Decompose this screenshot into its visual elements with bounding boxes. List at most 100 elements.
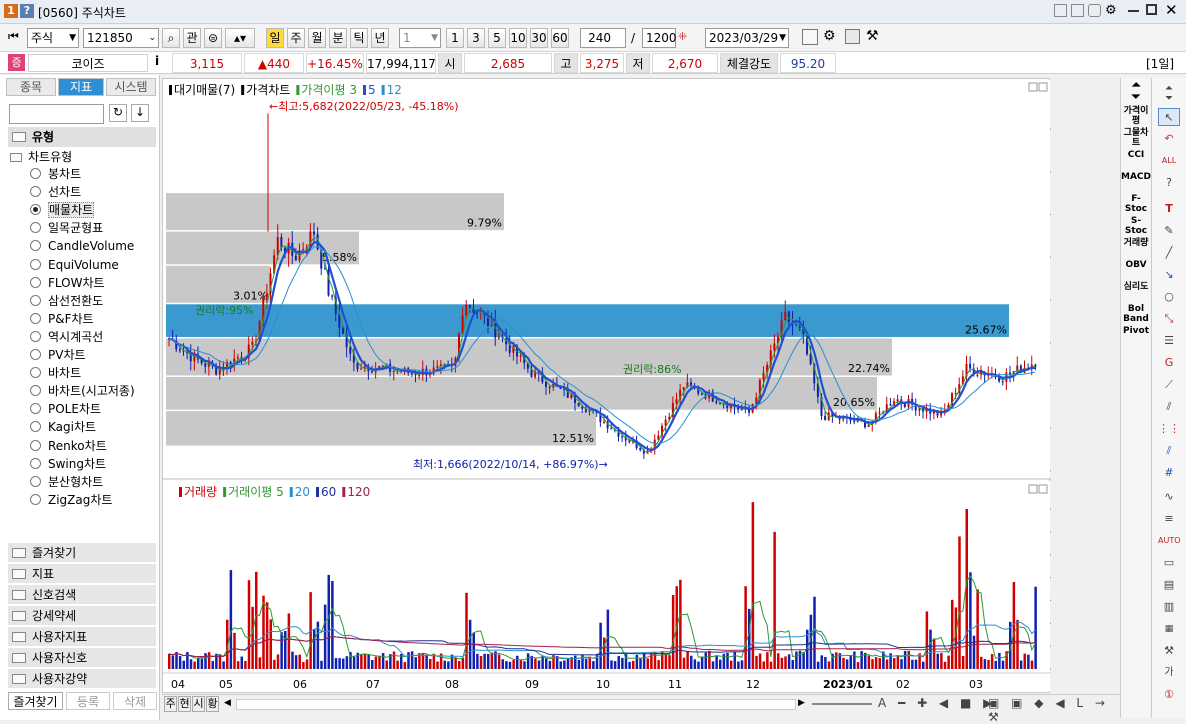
radio-icon[interactable] (30, 385, 41, 397)
maximize-icon[interactable] (1146, 4, 1157, 15)
delete-all-icon[interactable]: ALL (1158, 152, 1180, 170)
indicator-shortcut[interactable]: 그물차트 (1121, 128, 1151, 148)
radio-icon[interactable] (30, 222, 41, 234)
market-select[interactable]: 주식 ▼ (27, 28, 79, 48)
min-5[interactable]: 5 (488, 28, 506, 48)
save-icon[interactable] (845, 29, 860, 44)
radio-icon[interactable] (30, 457, 41, 469)
folder-item[interactable]: 사용자신호 (8, 648, 156, 668)
grid-tool-icon[interactable]: # (1158, 464, 1180, 482)
settings-icon[interactable]: ⚙ (1105, 3, 1117, 18)
chart-type-option[interactable]: 바차트(시고저종) (30, 382, 135, 400)
strip-up-icon[interactable]: ⏶ (1121, 79, 1151, 90)
chart-tools-icon[interactable] (802, 29, 818, 45)
radio-icon[interactable] (30, 330, 41, 342)
indicator-shortcut[interactable]: Bol Band (1121, 304, 1151, 324)
chart-type-option[interactable]: 역시계곡선 (30, 328, 103, 346)
gann-tool-icon[interactable]: G (1158, 354, 1180, 372)
channel-tool-icon[interactable]: ⫽ (1158, 398, 1180, 416)
radio-icon[interactable] (30, 403, 41, 415)
period-minute[interactable]: 분 (329, 28, 347, 48)
cycle-tool-icon[interactable]: ⋮⋮ (1158, 420, 1180, 438)
refresh-icon[interactable]: ↻ (109, 104, 127, 122)
indicator-shortcut[interactable]: S-Stoc (1121, 216, 1151, 236)
info-tool-icon[interactable]: ① (1158, 686, 1180, 704)
chart-type-option[interactable]: 봉차트 (30, 165, 81, 183)
radio-icon[interactable] (30, 421, 41, 433)
download-icon[interactable]: ↓ (131, 104, 149, 122)
chart-type-option[interactable]: FLOW차트 (30, 274, 105, 292)
chart-type-option[interactable]: PV차트 (30, 346, 86, 364)
scroll-left-icon[interactable]: ◀ (224, 698, 231, 708)
window-tool-icon[interactable]: ▭ (1158, 554, 1180, 572)
minimize-icon[interactable] (1128, 10, 1139, 12)
min-30[interactable]: 30 (530, 28, 548, 48)
nav-controls[interactable]: A ━ ✚ ◀ ■ ▶ (878, 696, 996, 710)
bottom-tab-delete[interactable]: 삭제 (113, 692, 157, 710)
trend-tool-icon[interactable]: ↘ (1158, 266, 1180, 284)
radio-icon[interactable] (30, 258, 41, 270)
folder-item[interactable]: 신호검색 (8, 585, 156, 605)
info-icon[interactable]: i (155, 54, 159, 68)
indicator-shortcut[interactable]: OBV (1121, 260, 1151, 270)
list-tool-icon[interactable]: ▦ (1158, 620, 1180, 638)
line-tool-icon[interactable]: ╱ (1158, 244, 1180, 262)
circle-tool-icon[interactable]: ○ (1158, 288, 1180, 306)
radio-icon[interactable] (30, 204, 41, 216)
radio-icon[interactable] (30, 312, 41, 324)
pane-close-icon[interactable] (1038, 484, 1048, 494)
period-tick[interactable]: 틱 (350, 28, 368, 48)
min-60[interactable]: 60 (551, 28, 569, 48)
parallel-tool-icon[interactable]: ⫽ (1158, 442, 1180, 460)
chart-type-option[interactable]: 매물차트 (30, 201, 95, 219)
copy-icon[interactable] (1071, 4, 1084, 17)
chart-type-option[interactable]: 바차트 (30, 364, 81, 382)
bottom-tab-register[interactable]: 등록 (66, 692, 110, 710)
horizontal-scrollbar[interactable] (236, 699, 796, 710)
indicator-shortcut[interactable]: 거래량 (1121, 238, 1151, 248)
arrow-tool-icon[interactable]: ⤡ (1158, 310, 1180, 328)
pen-tool-icon[interactable]: ✎ (1158, 222, 1180, 240)
chart-type-option[interactable]: ZigZag차트 (30, 491, 112, 509)
prev-icon[interactable]: ⏮ (8, 29, 19, 44)
strip-down-icon[interactable]: ⏷ (1121, 91, 1151, 102)
folder-item[interactable]: 강세약세 (8, 606, 156, 626)
radio-icon[interactable] (30, 367, 41, 379)
pane-restore-icon[interactable] (1028, 484, 1038, 494)
tab-system[interactable]: 시스템 (106, 78, 156, 96)
bottom-tab-si[interactable]: 시 (192, 696, 205, 712)
chart-type-option[interactable]: CandleVolume (30, 237, 134, 255)
text-tool-icon[interactable]: T (1158, 200, 1180, 218)
question-tool-icon[interactable]: ? (1158, 174, 1180, 192)
tools-down-icon[interactable]: ⏷ (1158, 90, 1180, 108)
tools-icon[interactable]: ⚒ (866, 28, 879, 44)
indicator-search-input[interactable] (9, 104, 104, 124)
chart-type-option[interactable]: 선차트 (30, 183, 81, 201)
wave-tool-icon[interactable]: ∿ (1158, 488, 1180, 506)
chart-type-option[interactable]: EquiVolume (30, 256, 119, 274)
stock-chart-svg[interactable]: 9.79%5.58%3.01%25.67%22.74%20.65%12.51%5… (163, 79, 1109, 694)
total-input[interactable]: 1200 (642, 28, 677, 48)
updown-button[interactable]: ▴▾ (225, 28, 255, 48)
help-icon[interactable]: ? (20, 4, 34, 18)
indicator-shortcut[interactable]: MACD (1121, 172, 1151, 182)
close-icon[interactable]: ✕ (1165, 1, 1178, 19)
chart-type-option[interactable]: Kagi차트 (30, 418, 96, 436)
pane-restore-icon[interactable] (1028, 82, 1038, 92)
radio-icon[interactable] (30, 349, 41, 360)
folder-item[interactable]: 사용자강약 (8, 669, 156, 689)
compare-button[interactable]: ⊜ (204, 28, 222, 48)
camera-icon[interactable] (1088, 4, 1101, 17)
zoom-slider[interactable] (812, 703, 872, 705)
fib-tool-icon[interactable]: ≡ (1158, 510, 1180, 528)
bottom-tab-favorites[interactable]: 즐겨찾기 (8, 692, 63, 710)
period-week[interactable]: 주 (287, 28, 305, 48)
indicator-shortcut[interactable]: CCI (1121, 150, 1151, 160)
unit-select[interactable]: 1 ▼ (399, 28, 441, 48)
radio-icon[interactable] (30, 276, 41, 288)
date-input[interactable]: 2023/03/29 ▼ (705, 28, 789, 48)
group-type[interactable]: 유형 (8, 127, 156, 147)
folder-item[interactable]: 사용자지표 (8, 627, 156, 647)
radio-icon[interactable] (30, 493, 41, 505)
fan-tool-icon[interactable]: ⟋ (1158, 376, 1180, 394)
